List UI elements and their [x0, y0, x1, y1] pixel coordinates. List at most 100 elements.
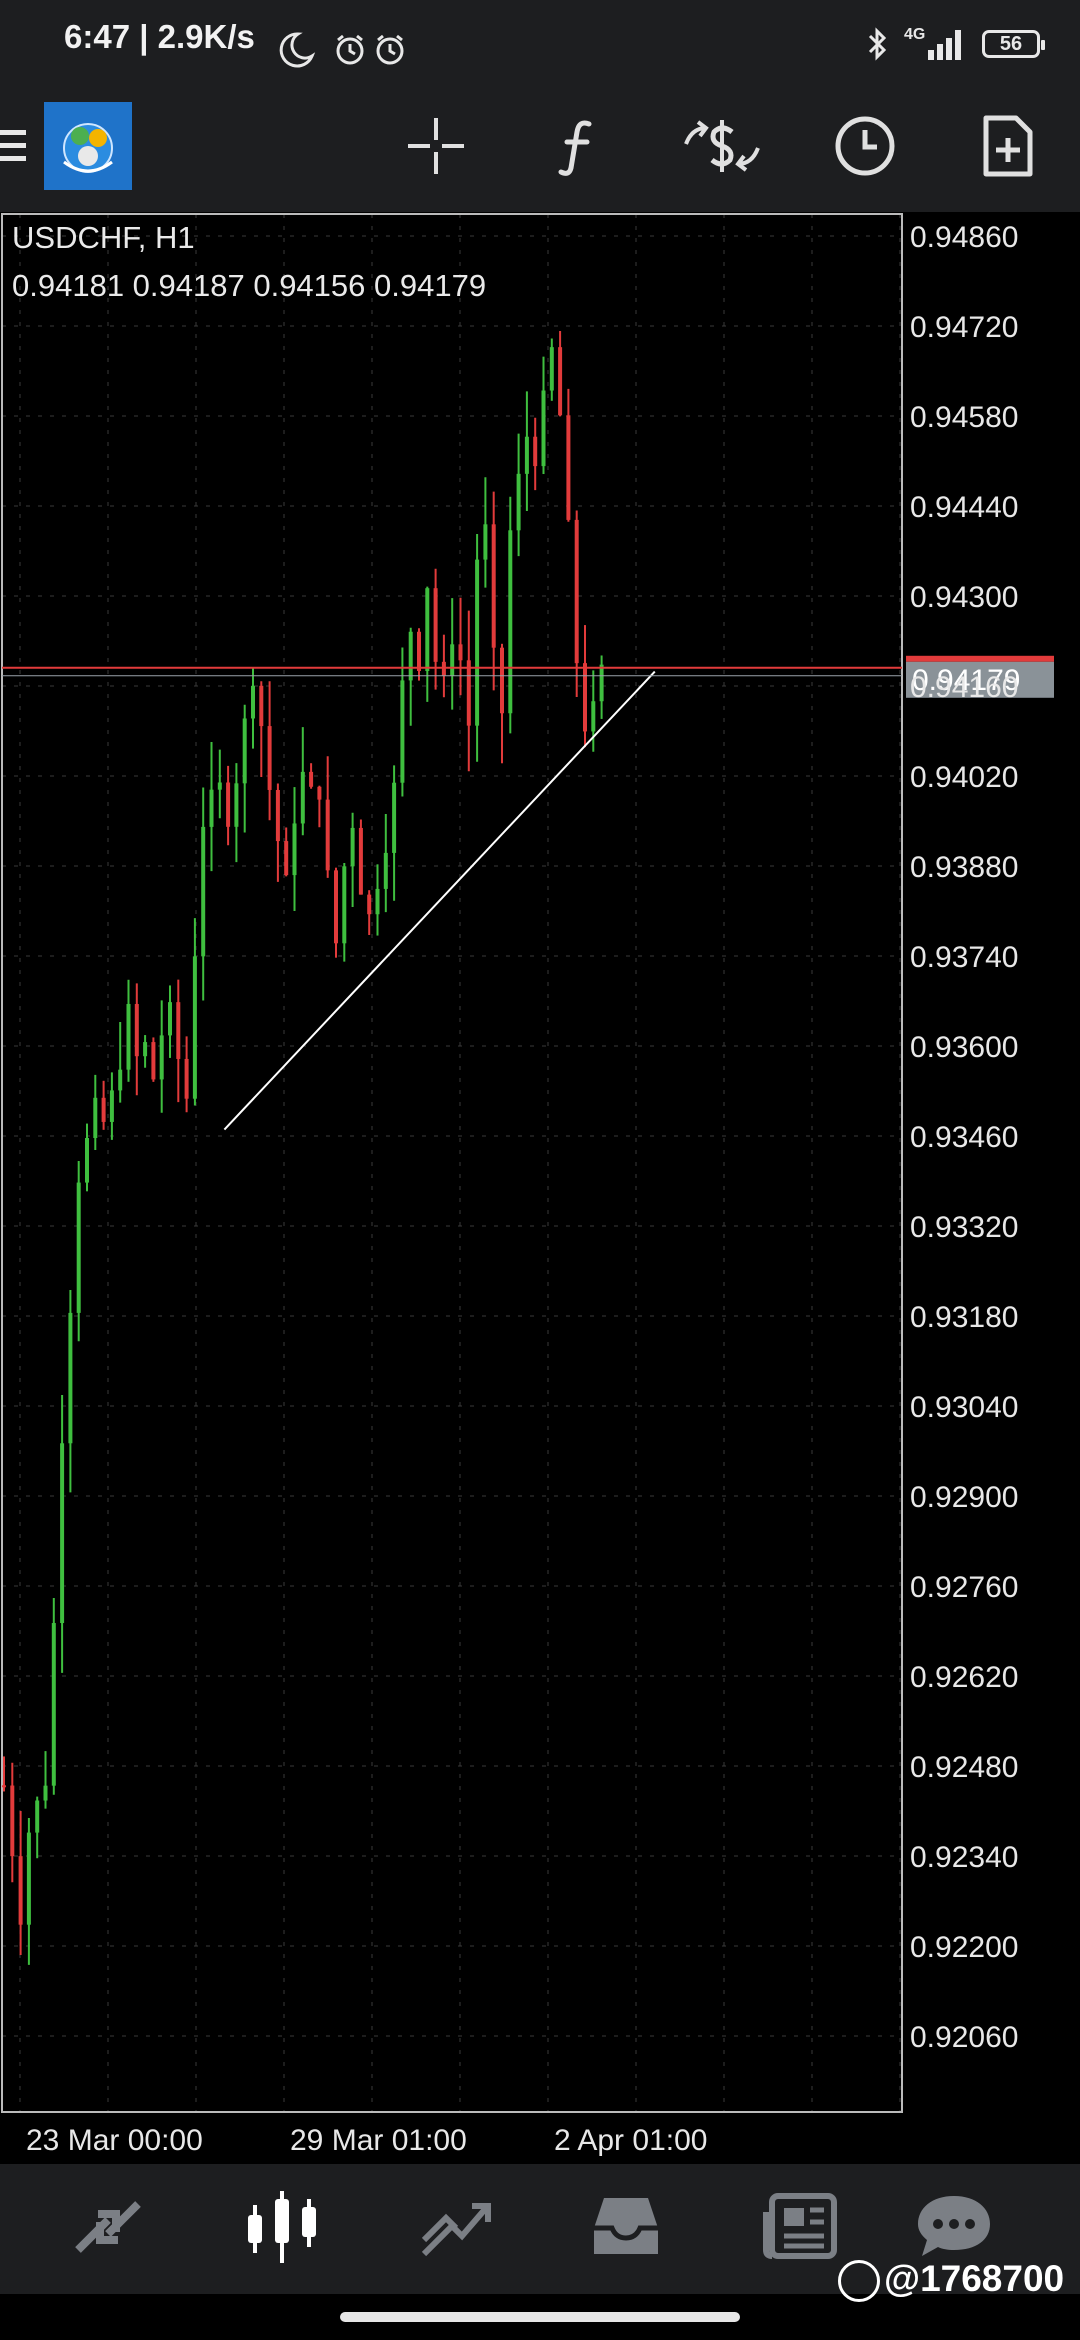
price-tick-label: 0.94160 — [910, 671, 1018, 704]
nav-quotes[interactable] — [58, 2182, 158, 2272]
candle-body — [483, 524, 488, 560]
candle-body — [541, 390, 546, 467]
price-chart[interactable]: 0.94179 0.948600.947200.945800.944400.94… — [0, 212, 1080, 2164]
candle-body — [458, 644, 463, 661]
candle-body — [583, 663, 587, 732]
bluetooth-icon — [868, 27, 887, 61]
candle-body — [558, 347, 563, 416]
chart-area[interactable]: 0.94179 0.94860 0.94720 0.94580 0.94440 0.94… — [0, 212, 1080, 2164]
history-icon — [594, 2198, 658, 2254]
new-order-icon — [983, 115, 1033, 177]
candle-body — [68, 1312, 73, 1444]
candle-body — [433, 588, 438, 662]
candle-body — [591, 701, 596, 732]
price-tick-label: 0.94300 — [910, 581, 1018, 614]
candle-body — [599, 664, 604, 702]
candle-body — [574, 519, 579, 664]
candle-body — [151, 1042, 156, 1080]
price-tick-label: 0.92900 — [910, 1481, 1018, 1514]
candle-body — [325, 799, 330, 871]
price-tick-label: 0.93040 — [910, 1391, 1018, 1424]
home-indicator[interactable] — [340, 2312, 740, 2322]
candle-body — [251, 685, 255, 719]
candle-body — [234, 783, 239, 827]
price-tick-label: 0.94860 — [910, 221, 1018, 254]
candle-body — [516, 473, 521, 531]
trendline — [223, 670, 656, 1131]
price-tick-label: 0.92480 — [910, 1751, 1018, 1784]
price-tick-label: 0.94720 — [910, 311, 1018, 344]
indicators-button[interactable] — [533, 100, 625, 192]
candle-body — [85, 1138, 89, 1183]
menu-icon[interactable] — [0, 128, 28, 164]
candle-body — [375, 888, 380, 915]
candle-body — [2, 1785, 6, 1788]
candle-body — [109, 1090, 114, 1122]
trendline-group — [223, 670, 656, 1131]
status-time-speed: 6:47 | 2.9K/s — [64, 18, 255, 55]
moon-icon — [279, 32, 316, 68]
period-button[interactable] — [819, 100, 911, 192]
ask-price-tag — [906, 655, 1054, 662]
candle-body — [201, 826, 206, 957]
symbol-label: USDCHF, H1 — [12, 220, 195, 255]
candle-body — [400, 680, 405, 783]
nav-news[interactable] — [750, 2182, 850, 2272]
candle-body — [425, 588, 430, 672]
network-speed: 2.9K/s — [157, 18, 255, 55]
candle-body — [417, 631, 421, 672]
candle-body — [317, 786, 322, 800]
candle-body — [267, 726, 272, 790]
candle-body — [533, 436, 538, 467]
candle-body — [524, 436, 529, 474]
candle-body — [209, 789, 214, 827]
time-tick-label: 29 Mar 01:00 — [290, 2124, 467, 2157]
nav-history[interactable] — [576, 2182, 676, 2272]
price-tick-label: 0.93600 — [910, 1031, 1018, 1064]
candle-body — [60, 1443, 65, 1624]
watermark-text: @1768700 — [884, 2258, 1065, 2299]
crosshair-button[interactable] — [390, 100, 482, 192]
candle-body — [500, 647, 504, 714]
candle-body — [491, 524, 496, 648]
battery-indicator: 56 — [982, 30, 1045, 58]
price-tick-label: 0.92340 — [910, 1841, 1018, 1874]
candle-body — [292, 823, 297, 876]
candle-body — [134, 1003, 139, 1057]
price-tick-label: 0.94020 — [910, 761, 1018, 794]
status-right-group: 4G 56 — [864, 24, 1045, 64]
trade-button[interactable] — [676, 100, 768, 192]
price-axis: 0.94860 0.94720 0.94580 0.94440 0.94300 0.941… — [910, 221, 1018, 2054]
candle-body — [226, 782, 231, 827]
candle-body — [43, 1785, 48, 1801]
candle-body — [18, 1856, 23, 1925]
clock-icon — [835, 116, 895, 176]
candle-body — [334, 870, 338, 944]
candle-body — [93, 1097, 98, 1139]
candle-body — [475, 559, 480, 726]
price-tick-label: 0.94440 — [910, 491, 1018, 524]
candle-body — [259, 685, 264, 727]
price-lines: 0.94179 — [2, 655, 1054, 698]
candle-body — [168, 1002, 172, 1036]
price-tick-label: 0.92760 — [910, 1571, 1018, 1604]
metatrader-logo[interactable] — [44, 102, 132, 190]
chat-icon — [918, 2196, 990, 2256]
candle-body — [35, 1800, 40, 1833]
candle-body — [466, 660, 471, 726]
price-tick-label: 0.92620 — [910, 1661, 1018, 1694]
chart-toolbar — [0, 80, 1080, 213]
candle-body — [192, 956, 197, 1099]
time-tick-label: 23 Mar 00:00 — [26, 2124, 203, 2157]
weibo-icon — [838, 2260, 880, 2303]
candle-body — [26, 1832, 31, 1925]
nav-trade[interactable] — [406, 2182, 506, 2272]
candle-body — [10, 1785, 15, 1857]
nav-chart[interactable] — [232, 2182, 332, 2272]
new-order-button[interactable] — [962, 100, 1054, 192]
crosshair-icon — [408, 118, 464, 174]
battery-level: 56 — [999, 32, 1023, 55]
candle-body — [450, 644, 455, 676]
price-tick-label: 0.93180 — [910, 1301, 1018, 1334]
status-time: 6:47 — [64, 18, 131, 55]
